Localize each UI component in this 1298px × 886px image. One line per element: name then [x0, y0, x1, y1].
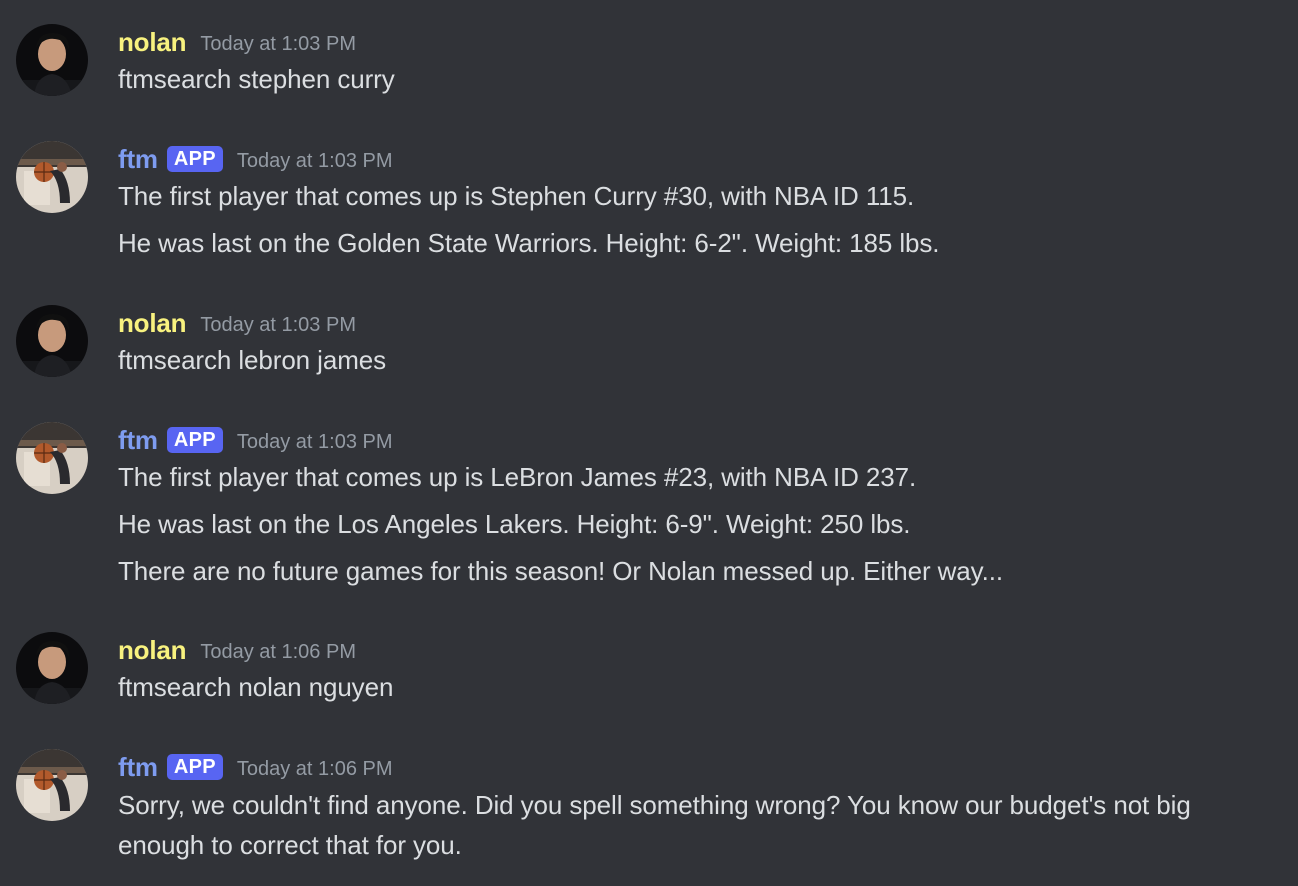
- message-header: nolan Today at 1:06 PM: [118, 634, 356, 666]
- message-text: The first player that comes up is Stephe…: [118, 181, 915, 211]
- message-text: He was last on the Golden State Warriors…: [118, 228, 940, 258]
- message-header: nolan Today at 1:03 PM: [118, 26, 356, 58]
- ftm-avatar[interactable]: [16, 141, 88, 213]
- message-text: He was last on the Los Angeles Lakers. H…: [118, 509, 911, 539]
- timestamp[interactable]: Today at 1:06 PM: [237, 758, 393, 781]
- basketball-photo-icon: [16, 749, 88, 821]
- user-photo-icon: [16, 24, 88, 96]
- timestamp[interactable]: Today at 1:03 PM: [237, 150, 393, 173]
- nolan-avatar[interactable]: [16, 24, 88, 96]
- nolan-avatar[interactable]: [16, 305, 88, 377]
- message-header: ftm APP Today at 1:03 PM: [118, 143, 393, 175]
- username[interactable]: nolan: [118, 635, 187, 666]
- nolan-avatar[interactable]: [16, 632, 88, 704]
- user-photo-icon: [16, 632, 88, 704]
- timestamp[interactable]: Today at 1:06 PM: [200, 641, 356, 664]
- message-list: nolan Today at 1:03 PM ftmsearch stephen…: [0, 0, 1298, 886]
- basketball-photo-icon: [16, 422, 88, 494]
- user-photo-icon: [16, 305, 88, 377]
- username[interactable]: ftm: [118, 425, 158, 456]
- message-header: ftm APP Today at 1:03 PM: [118, 424, 393, 456]
- app-badge: APP: [166, 427, 223, 453]
- timestamp[interactable]: Today at 1:03 PM: [200, 33, 356, 56]
- app-badge: APP: [166, 754, 223, 780]
- message-header: ftm APP Today at 1:06 PM: [118, 751, 393, 783]
- message-text: ftmsearch stephen curry: [118, 64, 395, 94]
- message-text: There are no future games for this seaso…: [118, 556, 1004, 586]
- message-text: The first player that comes up is LeBron…: [118, 462, 917, 492]
- timestamp[interactable]: Today at 1:03 PM: [237, 431, 393, 454]
- username[interactable]: nolan: [118, 27, 187, 58]
- username[interactable]: ftm: [118, 144, 158, 175]
- message-text: Sorry, we couldn't find anyone. Did you …: [118, 790, 1191, 860]
- message-header: nolan Today at 1:03 PM: [118, 307, 356, 339]
- timestamp[interactable]: Today at 1:03 PM: [200, 314, 356, 337]
- ftm-avatar[interactable]: [16, 749, 88, 821]
- message-text: ftmsearch lebron james: [118, 345, 387, 375]
- basketball-photo-icon: [16, 141, 88, 213]
- ftm-avatar[interactable]: [16, 422, 88, 494]
- username[interactable]: nolan: [118, 308, 187, 339]
- message-text: ftmsearch nolan nguyen: [118, 672, 394, 702]
- username[interactable]: ftm: [118, 752, 158, 783]
- app-badge: APP: [166, 146, 223, 172]
